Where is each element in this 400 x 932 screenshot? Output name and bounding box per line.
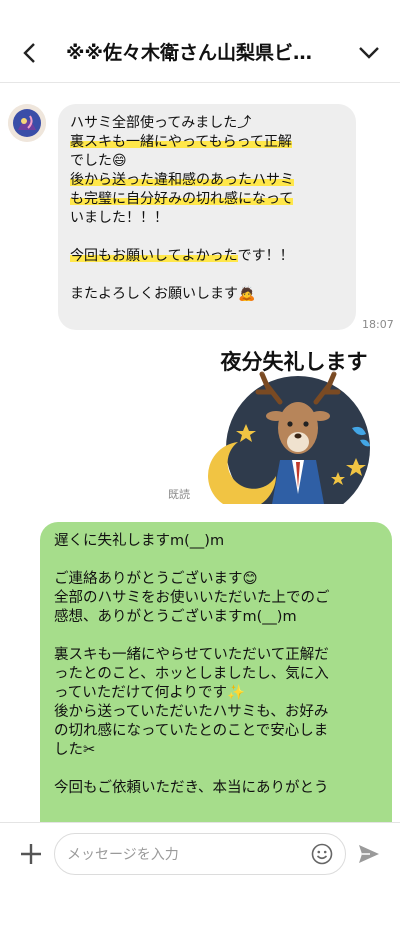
- message-line: 裏スキも一緒にやらせていただいて正解だ: [54, 647, 329, 663]
- plus-icon: [21, 844, 41, 864]
- send-icon: [359, 845, 379, 863]
- message-line: いました！！！: [70, 210, 168, 226]
- outgoing-message-bubble[interactable]: 遅くに失礼しますm(__)m ご連絡ありがとうございます😊 全部のハサミをお使い…: [40, 522, 392, 842]
- message-line: した✂: [54, 742, 96, 758]
- message-line: ご連絡ありがとうございます😊: [54, 571, 258, 587]
- send-button[interactable]: [356, 841, 382, 867]
- sticker-caption: 夜分失礼します: [220, 350, 368, 374]
- chat-header: ※※佐々木衛さん山梨県ビ…: [0, 0, 400, 83]
- highlighted-text: 後から送った違和感のあったハサミ: [70, 172, 294, 188]
- message-line: またよろしくお願いします🙇: [70, 286, 256, 302]
- emoji-button[interactable]: [311, 843, 333, 865]
- read-receipt: 既読: [168, 488, 190, 501]
- message-line: の切れ感になっていたとのことで安心しま: [54, 723, 329, 739]
- message-line: 後から送っていただいたハサミも、お好み: [54, 704, 329, 720]
- bottom-safe-area: [0, 884, 400, 932]
- incoming-message-bubble[interactable]: ハサミ全部使ってみました⤴ 裏スキも一緒にやってもらって正解 でした😄 後から送…: [58, 104, 356, 330]
- message-line: ハサミ全部使ってみました⤴: [70, 115, 252, 131]
- message-line: 今回もお願いしてよかったです！！: [70, 247, 342, 266]
- add-button[interactable]: [18, 841, 44, 867]
- message-line: 今回もご依頼いただき、本当にありがとう: [54, 780, 329, 796]
- avatar[interactable]: [8, 104, 46, 142]
- highlighted-text: も完璧に自分好みの切れ感になって: [70, 191, 294, 207]
- highlighted-text: 裏スキも一緒にやってもらって正解: [70, 134, 292, 150]
- message-line: ったとのこと、ホッとしましたし、気に入: [54, 666, 329, 682]
- chevron-left-icon: [23, 43, 35, 63]
- message-line: 後から送った違和感のあったハサミ: [70, 171, 342, 190]
- message-input[interactable]: [65, 834, 299, 876]
- message-line: も完璧に自分好みの切れ感になって: [70, 190, 342, 209]
- message-line: 遅くに失礼しますm(__)m: [54, 533, 225, 549]
- message-line: 感想、ありがとうございますm(__)m: [54, 609, 297, 625]
- smiley-icon: [311, 843, 333, 865]
- message-text: です！！: [237, 248, 294, 264]
- message-line: 全部のハサミをお使いいただいた上でのご: [54, 590, 330, 606]
- message-timestamp: 18:07: [362, 318, 394, 331]
- expand-button[interactable]: [356, 38, 382, 68]
- message-input-wrapper: [54, 833, 346, 876]
- back-button[interactable]: [18, 38, 40, 68]
- message-line: っていただけて何よりです✨: [54, 685, 246, 701]
- message-line: でした😄: [70, 153, 127, 169]
- chevron-down-icon: [359, 47, 379, 59]
- message-line: 裏スキも一緒にやってもらって正解: [70, 133, 342, 152]
- chat-title[interactable]: ※※佐々木衛さん山梨県ビ…: [66, 38, 326, 68]
- deer-sticker[interactable]: 夜分失礼します: [206, 344, 382, 520]
- message-composer: [0, 822, 400, 885]
- highlighted-text: 今回もお願いしてよかった: [70, 248, 238, 264]
